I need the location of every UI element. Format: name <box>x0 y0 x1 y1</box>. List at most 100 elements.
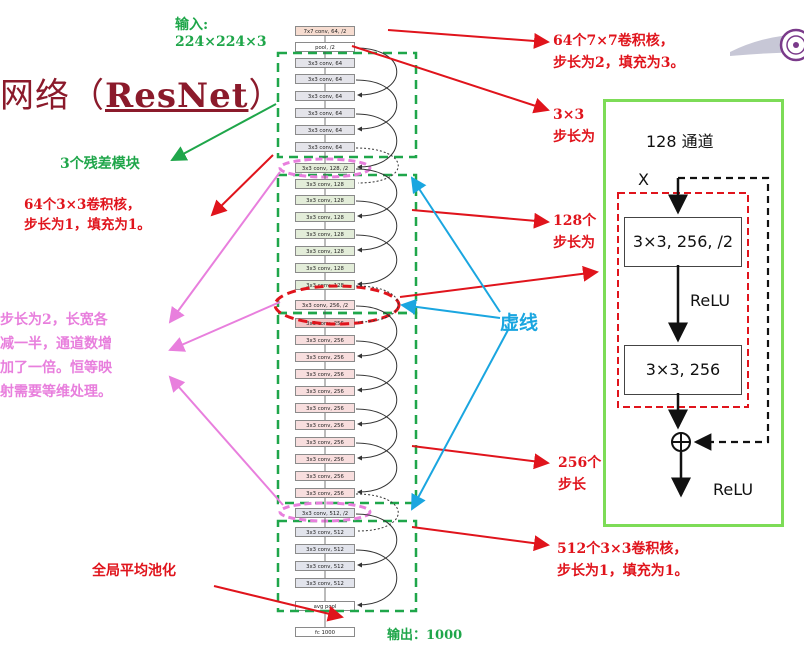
layer-box: 3x3 conv, 128 <box>295 179 355 189</box>
arrow-cyan-top <box>410 176 501 313</box>
page-title: 网络（ResNet） <box>0 68 283 117</box>
inset-block1: 3×3, 256, /2 <box>624 217 742 267</box>
input-size: 224×224×3 <box>175 34 267 50</box>
layer-box: 3x3 conv, 512 <box>295 578 355 588</box>
layer-box: 3x3 conv, 128 <box>295 212 355 222</box>
arrow-conv512 <box>411 526 550 552</box>
layer-box: 3x3 conv, 256, /2 <box>295 300 355 310</box>
dashed-label: 虚线 <box>500 312 539 334</box>
downsample-line2: 减一半，通道数增 <box>0 336 112 352</box>
conv256-label: 256个 步长 <box>558 452 601 496</box>
downsample-line3: 加了一倍。恒等映 <box>0 360 112 376</box>
downsample-line1: 步长为2，长宽各 <box>0 312 108 328</box>
downsample-label: 步长为2，长宽各 减一半，通道数增 加了一倍。恒等映 射需要等维处理。 <box>0 308 112 404</box>
title-name: ResNet <box>105 76 249 116</box>
gap-label: 全局平均池化 <box>92 563 176 579</box>
layer-box: 3x3 conv, 256 <box>295 471 355 481</box>
layer-box: pool, /2 <box>295 42 355 52</box>
skip-connection <box>355 513 398 568</box>
arrow-pool <box>351 45 550 114</box>
conv128-label: 128个 步长为 <box>553 210 596 254</box>
layer-box: 3x3 conv, 256 <box>295 335 355 345</box>
skip-connection <box>355 374 398 427</box>
arrow-pink-mid <box>168 301 281 352</box>
conv-partial-top-line1: 3×3 <box>553 107 585 123</box>
layer-box: 3x3 conv, 512, /2 <box>295 508 355 518</box>
conv-partial-top-label: 3×3 步长为 <box>553 104 595 148</box>
conv7-label: 64个7×7卷积核， 步长为2，填充为3。 <box>553 30 684 74</box>
arrow-conv128 <box>411 209 550 229</box>
output-label: 输出：1000 <box>387 628 463 643</box>
skip-connection <box>355 234 398 287</box>
layer-box: 3x3 conv, 256 <box>295 488 355 498</box>
conv256-line1: 256个 <box>558 455 602 471</box>
skip-connection <box>355 549 398 608</box>
skip-connection <box>355 408 398 461</box>
conv512-label: 512个3×3卷积核， 步长为1，填充为1。 <box>557 538 688 582</box>
inset-relu2: ReLU <box>713 480 754 499</box>
layer-box: 3x3 conv, 128 <box>295 195 355 205</box>
layer-box: 3x3 conv, 128 <box>295 246 355 256</box>
layer-box: 3x3 conv, 128 <box>295 263 355 273</box>
layer-box: 3x3 conv, 256 <box>295 318 355 328</box>
layer-box: 3x3 conv, 256 <box>295 369 355 379</box>
title-suffix: ） <box>248 76 284 116</box>
layer-box: 3x3 conv, 64 <box>295 74 355 84</box>
input-label: 输入: <box>175 17 209 33</box>
arrow-conv64 <box>210 154 274 217</box>
conv512-line2: 步长为1，填充为1。 <box>557 563 689 579</box>
residual-block-inset: 128 通道 X 3×3, 256, /2 ReLU 3×3, 256 ReLU <box>603 99 784 527</box>
dashed-skip-connection <box>355 285 399 323</box>
layer-box: 3x3 conv, 256 <box>295 454 355 464</box>
layer-box: 3x3 conv, 128 <box>295 229 355 239</box>
layer-box: 3x3 conv, 256 <box>295 403 355 413</box>
conv64-line1: 64个3×3卷积核， <box>24 197 141 213</box>
layer-box: 7x7 conv, 64, /2 <box>295 26 355 36</box>
three-blocks-label: 3个残差模块 <box>60 156 140 172</box>
conv128-line2: 步长为 <box>553 235 595 251</box>
conv7-line2: 步长为2，填充为3。 <box>553 55 685 71</box>
inset-relu1: ReLU <box>690 291 731 310</box>
inset-channels: 128 通道 <box>646 132 714 151</box>
arrow-pink-top <box>168 171 281 324</box>
downsample-line4: 射需要等维处理。 <box>0 384 112 400</box>
conv7-line1: 64个7×7卷积核， <box>553 33 674 49</box>
layer-box: 3x3 conv, 512 <box>295 527 355 537</box>
layer-box: 3x3 conv, 128 <box>295 280 355 290</box>
layer-box: 3x3 conv, 64 <box>295 142 355 152</box>
dashed-skip-connection <box>355 493 399 532</box>
layer-box: 3x3 conv, 512 <box>295 544 355 554</box>
arrow-pink-bottom <box>168 375 284 506</box>
arrow-cyan-bottom <box>411 329 509 511</box>
conv-partial-top-line2: 步长为 <box>553 129 595 145</box>
conv128-line1: 128个 <box>553 213 597 229</box>
arrow-conv7 <box>387 29 550 49</box>
inset-x-label: X <box>638 170 649 189</box>
layer-box: 3x3 conv, 256 <box>295 386 355 396</box>
dashed-skip-connection <box>355 147 399 184</box>
layer-box: 3x3 conv, 64 <box>295 108 355 118</box>
layer-box: 3x3 conv, 256 <box>295 437 355 447</box>
skip-connection <box>355 200 398 253</box>
skip-connection <box>355 442 398 495</box>
arrow-cyan-mid <box>400 298 501 319</box>
layer-box: avg pool <box>295 601 355 611</box>
inset-block2: 3×3, 256 <box>624 345 742 395</box>
university-seal-icon <box>730 28 804 62</box>
conv512-line1: 512个3×3卷积核， <box>557 541 688 557</box>
conv64-line2: 步长为1，填充为1。 <box>24 217 151 233</box>
skip-connection <box>355 168 398 219</box>
skip-connection <box>355 305 398 359</box>
layer-box: 3x3 conv, 64 <box>295 91 355 101</box>
title-prefix: 网络（ <box>0 76 105 116</box>
skip-connection <box>355 340 398 393</box>
layer-box: 3x3 conv, 64 <box>295 58 355 68</box>
layer-box: 3x3 conv, 256 <box>295 352 355 362</box>
conv64-label: 64个3×3卷积核， 步长为1，填充为1。 <box>24 195 151 235</box>
layer-box: 3x3 conv, 512 <box>295 561 355 571</box>
skip-connection <box>355 47 398 98</box>
conv256-line2: 步长 <box>558 477 586 493</box>
layer-box: 3x3 conv, 128, /2 <box>295 163 355 173</box>
arrow-to-inset <box>399 265 599 298</box>
layer-box: 3x3 conv, 256 <box>295 420 355 430</box>
